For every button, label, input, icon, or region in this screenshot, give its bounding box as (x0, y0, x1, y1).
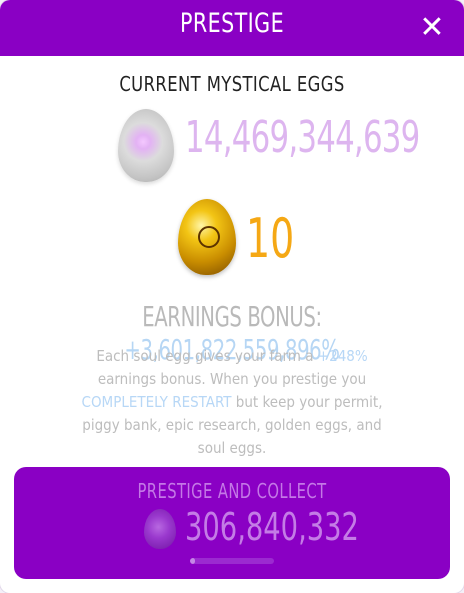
soul-egg-count: 14,469,344,639 (185, 112, 420, 163)
prestige-and-collect-button[interactable]: PRESTIGE AND COLLECT 306,840,332 (14, 467, 450, 579)
prophecy-egg-icon (144, 509, 176, 549)
prestige-button-label: PRESTIGE AND COLLECT (137, 479, 327, 503)
dialog-header: PRESTIGE ✕ (0, 0, 464, 56)
earnings-bonus-label: EARNINGS BONUS: (142, 300, 322, 333)
soul-egg-bonus-highlight: +248% (317, 347, 368, 365)
collect-amount: 306,840,332 (185, 505, 359, 549)
hold-progress-fill (190, 558, 196, 564)
hold-progress-bar (190, 558, 274, 564)
soul-egg-icon (118, 109, 174, 182)
dialog-title: PRESTIGE (179, 8, 285, 39)
prestige-description: Each soul egg gives your farm a +248% ea… (80, 345, 384, 460)
golden-egg-count: 10 (246, 207, 295, 270)
description-text-2: earnings bonus. When you prestige you (97, 370, 367, 388)
prestige-dialog: PRESTIGE ✕ CURRENT MYSTICAL EGGS 14,469,… (0, 0, 464, 593)
description-text-1: Each soul egg gives your farm a (96, 347, 318, 365)
close-button[interactable]: ✕ (414, 10, 450, 46)
restart-highlight: COMPLETELY RESTART (81, 393, 232, 411)
current-eggs-heading: CURRENT MYSTICAL EGGS (119, 72, 345, 96)
golden-egg-icon (178, 199, 236, 275)
